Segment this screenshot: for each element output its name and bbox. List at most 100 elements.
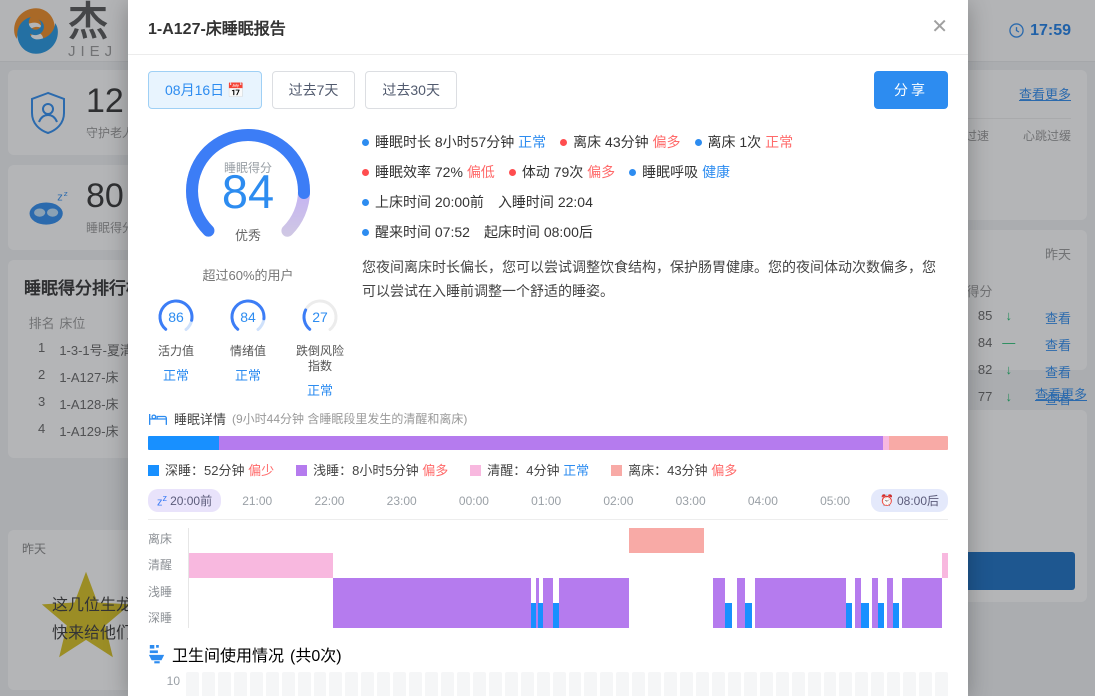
legend-swatch bbox=[470, 465, 481, 476]
legend-tag: 偏少 bbox=[248, 463, 274, 478]
legend-tag: 偏多 bbox=[422, 463, 448, 478]
mini-gauge-name: 情绪值 bbox=[221, 344, 275, 359]
axis-tick: 04:00 bbox=[748, 494, 778, 508]
toilet-bar bbox=[457, 672, 470, 696]
toilet-bar bbox=[361, 672, 374, 696]
axis-tick: 02:00 bbox=[603, 494, 633, 508]
timeline-axis: zz 20:00前 21:0022:0023:0000:0001:0002:00… bbox=[148, 489, 948, 520]
toilet-bar bbox=[632, 672, 645, 696]
toilet-bar bbox=[569, 672, 582, 696]
toilet-bar bbox=[282, 672, 295, 696]
hypnogram-section: 离床清醒浅睡深睡 bbox=[148, 528, 948, 628]
toilet-bar bbox=[855, 672, 868, 696]
hypnogram-segment bbox=[713, 578, 725, 628]
hypnogram-segment bbox=[333, 578, 531, 628]
gauge-grade: 优秀 bbox=[178, 225, 318, 244]
tab-last-30-days[interactable]: 过去30天 bbox=[365, 71, 457, 109]
toilet-bar bbox=[584, 672, 597, 696]
toilet-bar bbox=[505, 672, 518, 696]
bullet-dot bbox=[560, 139, 567, 146]
legend-swatch bbox=[148, 465, 159, 476]
hypnogram-segment bbox=[629, 528, 703, 553]
hypnogram-segment bbox=[893, 603, 899, 628]
toilet-bar bbox=[903, 672, 916, 696]
toilet-chart: 10 5 bbox=[148, 672, 948, 696]
hypnogram-segment bbox=[543, 578, 554, 628]
toilet-y-axis: 10 5 bbox=[148, 672, 186, 696]
sleep-detail-subtitle: (9小时44分钟 含睡眠段里发生的清醒和离床) bbox=[232, 410, 467, 427]
calendar-icon: 📅 bbox=[227, 82, 244, 98]
toilet-bar bbox=[186, 672, 199, 696]
bullet-dot bbox=[362, 139, 369, 146]
hypnogram-segment bbox=[861, 603, 869, 628]
legend-tag: 偏多 bbox=[711, 463, 737, 478]
hypnogram-y-labels: 离床清醒浅睡深睡 bbox=[148, 528, 188, 628]
mini-gauge: 27 跌倒风险指数 正常 bbox=[293, 296, 347, 399]
legend-item: 浅睡：8小时5分钟 偏多 bbox=[296, 460, 448, 479]
toilet-bar bbox=[680, 672, 693, 696]
mini-gauge-name: 活力值 bbox=[149, 344, 203, 359]
axis-tick: 01:00 bbox=[531, 494, 561, 508]
advice-text: 您夜间离床时长偏长，您可以尝试调整饮食结构，保护肠胃健康。您的夜间体动次数偏多，… bbox=[362, 255, 942, 303]
fact-line: 醒来时间 07:52起床时间 08:00后 bbox=[362, 217, 948, 247]
sleep-score-gauge: 睡眠得分 84 优秀 bbox=[178, 121, 318, 261]
stack-segment bbox=[148, 436, 219, 450]
axis-tick: 22:00 bbox=[314, 494, 344, 508]
fact-label: 离床 bbox=[573, 134, 601, 150]
toilet-bar bbox=[808, 672, 821, 696]
hypnogram-segment bbox=[878, 603, 884, 628]
fact-value: 07:52 bbox=[435, 224, 470, 240]
axis-end-label: 08:00后 bbox=[897, 492, 939, 509]
axis-start-pill: zz 20:00前 bbox=[148, 489, 221, 512]
toilet-bar bbox=[329, 672, 342, 696]
hypnogram-segment bbox=[942, 553, 948, 578]
hypnogram-y-label: 浅睡 bbox=[148, 583, 188, 600]
legend-item: 清醒：4分钟 正常 bbox=[470, 460, 589, 479]
legend-label: 清醒：4分钟 bbox=[487, 463, 559, 478]
toilet-bars bbox=[186, 672, 948, 696]
tab-date-picker[interactable]: 08月16日📅 bbox=[148, 71, 262, 109]
toilet-bar bbox=[871, 672, 884, 696]
toilet-bar bbox=[887, 672, 900, 696]
axis-tick: 23:00 bbox=[387, 494, 417, 508]
fact-value: 22:04 bbox=[558, 194, 593, 210]
fact-label: 醒来时间 bbox=[375, 224, 431, 240]
close-icon[interactable]: ✕ bbox=[931, 17, 948, 37]
toilet-bar bbox=[839, 672, 852, 696]
legend-label: 深睡：52分钟 bbox=[165, 463, 244, 478]
hypnogram-plot bbox=[188, 528, 948, 628]
legend-label: 离床：43分钟 bbox=[628, 463, 707, 478]
screen-root: 杰 JIEJ 17:59 bbox=[0, 0, 1095, 696]
toilet-bar bbox=[409, 672, 422, 696]
hypnogram-segment bbox=[755, 578, 846, 628]
toilet-title: 卫生间使用情况 bbox=[172, 642, 284, 666]
toilet-bar bbox=[393, 672, 406, 696]
sleep-composition-bar bbox=[148, 436, 948, 450]
mini-gauge-status: 正常 bbox=[149, 365, 203, 384]
sleep-detail-header: 睡眠详情 (9小时44分钟 含睡眠段里发生的清醒和离床) bbox=[148, 409, 948, 428]
fact-tag: 健康 bbox=[702, 164, 730, 180]
legend-item: 离床：43分钟 偏多 bbox=[611, 460, 737, 479]
toilet-bar bbox=[616, 672, 629, 696]
tab-last-7-days[interactable]: 过去7天 bbox=[272, 71, 356, 109]
share-button[interactable]: 分享 bbox=[874, 71, 948, 109]
hypnogram-segment bbox=[745, 603, 753, 628]
fact-tag: 正常 bbox=[765, 134, 793, 150]
facts-column: 睡眠时长 8小时57分钟 正常离床 43分钟 偏多离床 1次 正常睡眠效率 72… bbox=[348, 121, 948, 399]
hypnogram-y-label: 离床 bbox=[148, 530, 188, 547]
toilet-bar bbox=[919, 672, 932, 696]
fact-tag: 偏多 bbox=[587, 164, 615, 180]
toilet-bar bbox=[792, 672, 805, 696]
hypnogram-segment bbox=[189, 553, 333, 578]
legend-label: 浅睡：8小时5分钟 bbox=[313, 463, 418, 478]
tab-date-label: 08月16日 bbox=[165, 82, 224, 98]
toilet-bar bbox=[744, 672, 757, 696]
gauge-score: 84 bbox=[178, 167, 318, 216]
toilet-bar bbox=[425, 672, 438, 696]
toilet-bar bbox=[218, 672, 231, 696]
fact-value: 8小时57分钟 bbox=[435, 134, 514, 150]
hypnogram-y-label: 深睡 bbox=[148, 609, 188, 626]
toilet-bar bbox=[250, 672, 263, 696]
toilet-bar bbox=[489, 672, 502, 696]
axis-tick-labels: 21:0022:0023:0000:0001:0002:0003:0004:00… bbox=[221, 494, 871, 508]
